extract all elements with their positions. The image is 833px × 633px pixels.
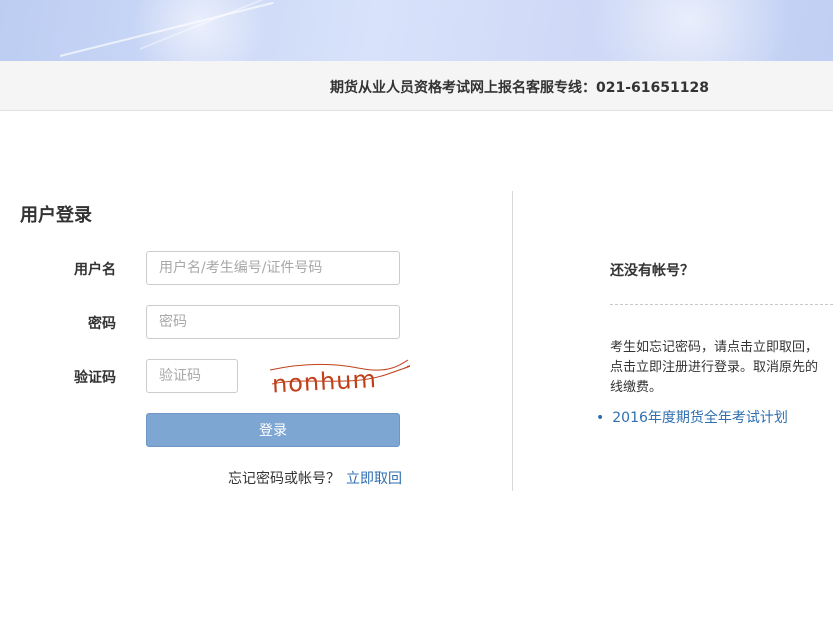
banner-glow — [120, 0, 280, 61]
password-label: 密码 — [88, 316, 116, 332]
password-input[interactable] — [146, 305, 400, 339]
username-input[interactable] — [146, 251, 400, 285]
header-banner — [0, 0, 833, 61]
login-button[interactable]: 登录 — [146, 413, 400, 447]
captcha-input[interactable] — [146, 359, 238, 393]
login-title: 用户登录 — [20, 205, 92, 226]
no-account-title: 还没有帐号？ — [610, 263, 694, 279]
info-line: 线缴费。 — [610, 380, 663, 395]
retrieve-now-link[interactable]: 立即取回 — [346, 471, 402, 487]
hotline-bar: 期货从业人员资格考试网上报名客服专线：021-61651128 — [0, 61, 833, 111]
exam-plan-link[interactable]: 2016年度期货全年考试计划 — [612, 410, 788, 426]
forgot-password-line: 忘记密码或帐号？ 立即取回 — [228, 468, 402, 488]
info-line: 点击立即注册进行登录。取消原先的 — [610, 360, 819, 375]
info-line: 考生如忘记密码，请点击立即取回， — [610, 340, 819, 355]
forgot-password-text: 忘记密码或帐号？ — [228, 471, 340, 487]
hotline-text: 期货从业人员资格考试网上报名客服专线：021-61651128 — [330, 80, 709, 96]
captcha-image[interactable]: nonhum — [268, 358, 410, 398]
plan-link-item: • 2016年度期货全年考试计划 — [596, 407, 788, 427]
info-text: 考生如忘记密码，请点击立即取回， 点击立即注册进行登录。取消原先的 线缴费。 — [610, 338, 833, 398]
dashed-divider — [610, 304, 833, 305]
vertical-divider — [512, 191, 513, 491]
bullet-icon: • — [596, 410, 605, 426]
captcha-text: nonhum — [271, 365, 377, 398]
captcha-label: 验证码 — [74, 370, 116, 386]
banner-glow — [560, 0, 820, 61]
username-label: 用户名 — [74, 262, 116, 278]
